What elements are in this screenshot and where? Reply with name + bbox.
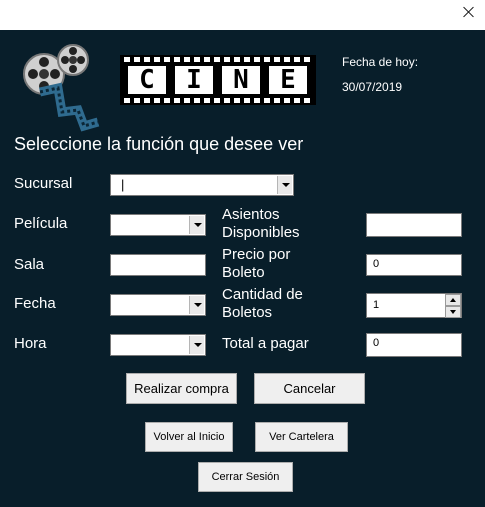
total-label: Total a pagar [222, 335, 309, 352]
logo-letter: I [175, 66, 213, 94]
film-strip-top [124, 57, 312, 62]
date-value: 30/07/2019 [342, 80, 403, 94]
hora-label: Hora [14, 335, 47, 352]
chevron-down-icon[interactable] [189, 296, 204, 314]
cine-logo: C I N E [120, 55, 316, 105]
cantidad-label: Cantidad de Boletos [222, 286, 303, 322]
close-icon[interactable] [461, 4, 477, 20]
precio-label: Precio por Boleto [222, 246, 290, 282]
precio-label-line2: Boleto [222, 264, 265, 281]
title-bar [0, 0, 485, 30]
asientos-field[interactable] [366, 213, 462, 237]
precio-field[interactable]: 0 [366, 254, 462, 276]
date-label: Fecha de hoy: [342, 55, 419, 69]
cantidad-label-line2: Boletos [222, 304, 273, 321]
volver-inicio-button[interactable]: Volver al Inicio [145, 422, 233, 452]
cantidad-value: 1 [373, 299, 380, 311]
chevron-up-icon[interactable] [445, 294, 461, 306]
sucursal-label: Sucursal [14, 175, 73, 192]
chevron-down-icon[interactable] [189, 216, 204, 234]
logo-letter: E [269, 66, 307, 94]
realizar-compra-button[interactable]: Realizar compra [126, 373, 237, 404]
fecha-label: Fecha [14, 295, 56, 312]
fecha-select[interactable] [110, 294, 206, 316]
precio-label-line1: Precio por [222, 246, 291, 263]
cerrar-sesion-button[interactable]: Cerrar Sesión [198, 462, 293, 492]
chevron-down-icon[interactable] [445, 306, 461, 318]
logo-letter: C [128, 66, 166, 94]
ver-cartelera-button[interactable]: Ver Cartelera [255, 422, 348, 452]
asientos-label-line2: Disponibles [222, 224, 300, 241]
sala-field[interactable] [110, 254, 206, 276]
cantidad-label-line1: Cantidad de [222, 286, 303, 303]
film-strip-bottom [124, 98, 312, 103]
sucursal-value: | [121, 177, 125, 192]
hora-select[interactable] [110, 334, 206, 356]
chevron-down-icon[interactable] [189, 336, 204, 354]
asientos-label-line1: Asientos [222, 206, 280, 223]
page-title: Seleccione la función que desee ver [14, 134, 304, 154]
sucursal-select[interactable]: | [110, 174, 294, 196]
total-field[interactable]: 0 [366, 333, 462, 357]
pelicula-label: Película [14, 215, 68, 232]
cantidad-stepper[interactable]: 1 [366, 293, 462, 318]
logo-letter: N [222, 66, 260, 94]
main-panel: C I N E Fecha de hoy: 30/07/2019 Selecci… [0, 30, 485, 507]
chevron-down-icon[interactable] [277, 176, 292, 194]
asientos-label: Asientos Disponibles [222, 206, 300, 242]
pelicula-select[interactable] [110, 214, 206, 236]
sala-label: Sala [14, 256, 45, 273]
film-reel-icon [23, 44, 100, 132]
cancelar-button[interactable]: Cancelar [254, 373, 365, 404]
